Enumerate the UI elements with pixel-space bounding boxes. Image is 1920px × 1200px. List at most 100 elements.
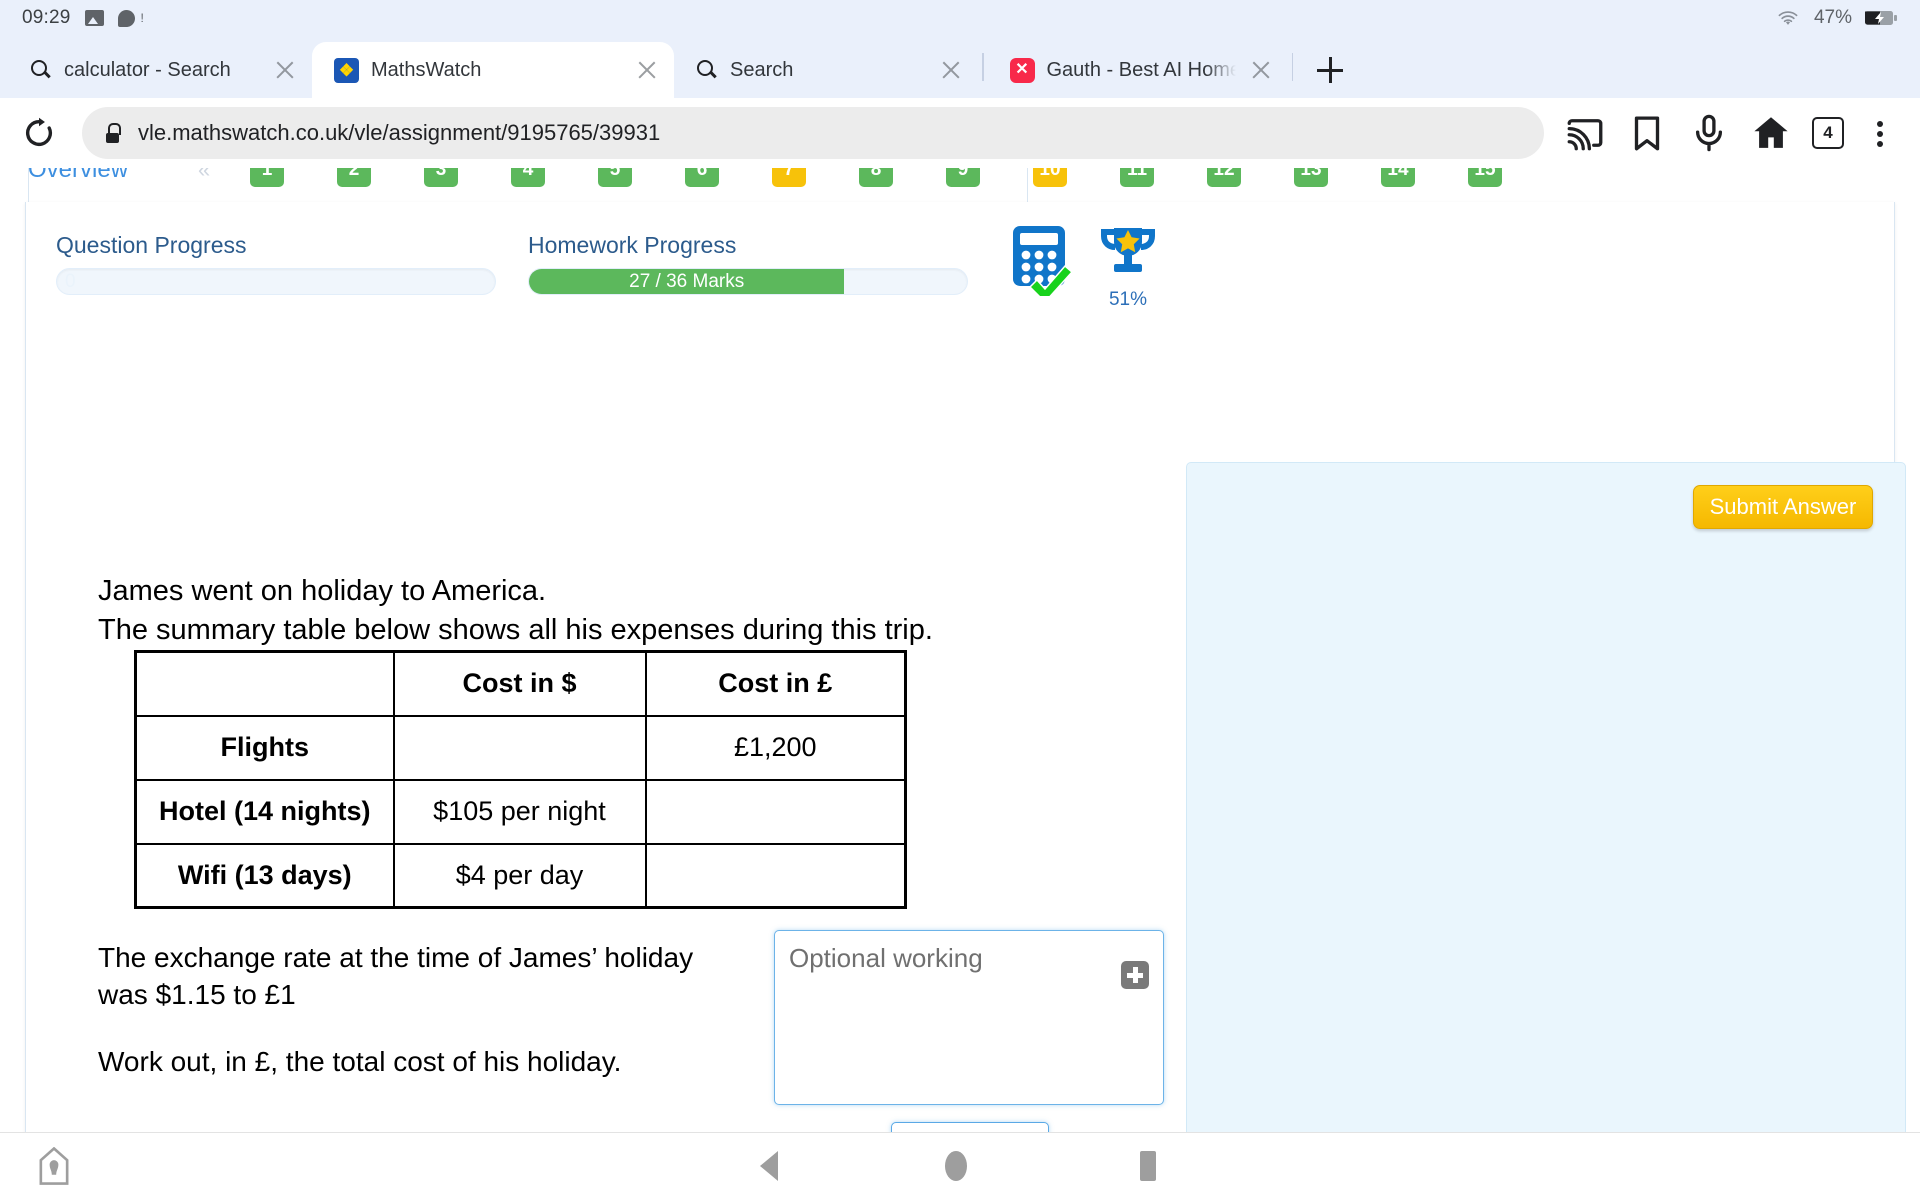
trophy-badge: 51% (1097, 224, 1159, 314)
close-tab-icon[interactable] (938, 57, 964, 83)
overflow-menu-icon[interactable] (1864, 112, 1898, 154)
table-header-blank (134, 650, 395, 717)
table-cell-gbp (644, 842, 907, 909)
table-cell-label: Flights (134, 714, 395, 781)
question-nav-item-1[interactable]: 1 (250, 168, 284, 187)
question-progress-bar: 0 (56, 268, 496, 295)
question-nav-item-13[interactable]: 13 (1294, 168, 1328, 187)
home-gesture-icon[interactable] (36, 1147, 72, 1185)
submit-answer-button[interactable]: Submit Answer (1693, 485, 1873, 529)
image-icon (84, 10, 104, 26)
table-header-gbp: Cost in £ (644, 650, 907, 717)
exchange-rate-line-1: The exchange rate at the time of James’ … (98, 942, 694, 973)
question-nav-item-14[interactable]: 14 (1381, 168, 1415, 187)
tab-divider (982, 53, 984, 81)
mathswatch-icon: ❖ (334, 57, 359, 83)
system-status-bar: 09:29 ! 47% (0, 0, 1920, 36)
badge-section: 51% (1011, 224, 1159, 314)
optional-working-input[interactable]: Optional working (774, 930, 1164, 1105)
table-cell-gbp (644, 778, 907, 845)
question-nav-item-9[interactable]: 9 (946, 168, 980, 187)
browser-tab-title: Search (730, 58, 794, 81)
table-cell-label: Hotel (14 nights) (134, 778, 395, 845)
table-cell-usd: $4 per day (392, 842, 647, 909)
expenses-table: Cost in $ Cost in £ Flights £1,200 Hotel… (134, 650, 907, 909)
back-icon[interactable] (760, 1151, 778, 1181)
question-nav-item-4[interactable]: 4 (511, 168, 545, 187)
homework-progress-value: 27 / 36 Marks (529, 269, 845, 294)
browser-tab-1[interactable]: ❖ MathsWatch (312, 42, 674, 98)
table-row: Wifi (13 days) $4 per day (134, 842, 907, 909)
browser-tab-strip: calculator - Search ❖ MathsWatch Search … (0, 36, 1920, 98)
table-row: Flights £1,200 (134, 714, 907, 781)
lock-icon (104, 123, 121, 143)
table-header-row: Cost in $ Cost in £ (134, 650, 907, 717)
question-nav-item-7[interactable]: 7 (772, 168, 806, 187)
reload-icon[interactable] (22, 116, 56, 150)
gauth-icon: ✕ (1009, 57, 1035, 83)
battery-percent-label: 47% (1813, 7, 1852, 28)
question-detail-text: The exchange rate at the time of James’ … (98, 940, 693, 1081)
answer-panel: Submit Answer (1186, 462, 1906, 1162)
close-tab-icon[interactable] (1248, 57, 1274, 83)
question-instruction: Work out, in £, the total cost of his ho… (98, 1045, 622, 1077)
question-nav-items: Overview « 1 2 3 4 5 6 7 8 9 10 11 12 13… (0, 168, 1920, 202)
new-tab-button[interactable] (1305, 45, 1355, 95)
tab-count-icon[interactable]: 4 (1812, 117, 1844, 149)
browser-tab-title: Gauth - Best AI Homework H (1046, 58, 1236, 81)
homework-progress-label: Homework Progress (528, 232, 737, 258)
close-tab-icon[interactable] (272, 57, 298, 83)
question-nav-item-15[interactable]: 15 (1468, 168, 1502, 187)
exchange-rate-line-2: was $1.15 to £1 (98, 978, 296, 1010)
browser-toolbar: vle.mathswatch.co.uk/vle/assignment/9195… (0, 98, 1920, 168)
microphone-icon[interactable] (1688, 112, 1730, 154)
recents-square-icon[interactable] (1140, 1151, 1156, 1181)
trophy-percent-label: 51% (1108, 289, 1148, 310)
home-circle-icon[interactable] (945, 1151, 967, 1181)
optional-working-placeholder: Optional working (789, 943, 983, 973)
question-nav-item-2[interactable]: 2 (337, 168, 371, 187)
calculator-allowed-icon (1011, 224, 1079, 304)
url-text: vle.mathswatch.co.uk/vle/assignment/9195… (138, 120, 661, 145)
table-cell-usd (392, 714, 647, 781)
question-nav-item-8[interactable]: 8 (859, 168, 893, 187)
plus-icon[interactable] (1121, 961, 1149, 989)
question-nav-item-11[interactable]: 11 (1120, 168, 1154, 187)
table-header-usd: Cost in $ (392, 650, 647, 717)
wifi-icon (1778, 11, 1798, 25)
battery-charging-icon (1865, 11, 1897, 25)
question-nav-item-10[interactable]: 10 (1033, 168, 1067, 187)
question-nav-strip: Overview « 1 2 3 4 5 6 7 8 9 10 11 12 13… (0, 168, 1920, 202)
status-clock: 09:29 (22, 7, 71, 28)
cast-icon[interactable] (1564, 112, 1606, 154)
notification-icon (117, 9, 135, 27)
collapse-chevron-icon[interactable]: « (198, 168, 250, 183)
url-bar[interactable]: vle.mathswatch.co.uk/vle/assignment/9195… (82, 107, 1544, 159)
question-progress-block: Question Progress 0 (56, 232, 496, 295)
question-nav-item-5[interactable]: 5 (598, 168, 632, 187)
status-bar-left: 09:29 ! (22, 7, 144, 29)
bookmark-icon[interactable] (1626, 112, 1668, 154)
close-tab-icon[interactable] (634, 57, 660, 83)
overview-link[interactable]: Overview (28, 168, 198, 184)
text-spacer (98, 1014, 693, 1044)
question-progress-value: 0 (65, 271, 76, 292)
search-icon (30, 59, 52, 81)
trophy-icon (1101, 228, 1155, 272)
homework-progress-block: Homework Progress 27 / 36 Marks (528, 232, 968, 295)
question-card: Question Progress 0 Homework Progress 27… (25, 202, 1906, 1174)
question-intro-text: James went on holiday to America. The su… (98, 572, 933, 649)
browser-tab-2[interactable]: Search (674, 42, 978, 98)
question-nav-item-3[interactable]: 3 (424, 168, 458, 187)
question-nav-item-12[interactable]: 12 (1207, 168, 1241, 187)
notification-badge-icon: ! (140, 11, 144, 25)
page-content: Overview « 1 2 3 4 5 6 7 8 9 10 11 12 13… (0, 168, 1920, 1200)
table-row: Hotel (14 nights) $105 per night (134, 778, 907, 845)
question-nav-item-6[interactable]: 6 (685, 168, 719, 187)
browser-tab-0[interactable]: calculator - Search (8, 42, 312, 98)
table-cell-gbp: £1,200 (644, 714, 907, 781)
question-progress-label: Question Progress (56, 232, 247, 258)
home-icon[interactable] (1750, 112, 1792, 154)
system-nav-bar (0, 1132, 1920, 1200)
browser-tab-3[interactable]: ✕ Gauth - Best AI Homework H (988, 42, 1288, 98)
